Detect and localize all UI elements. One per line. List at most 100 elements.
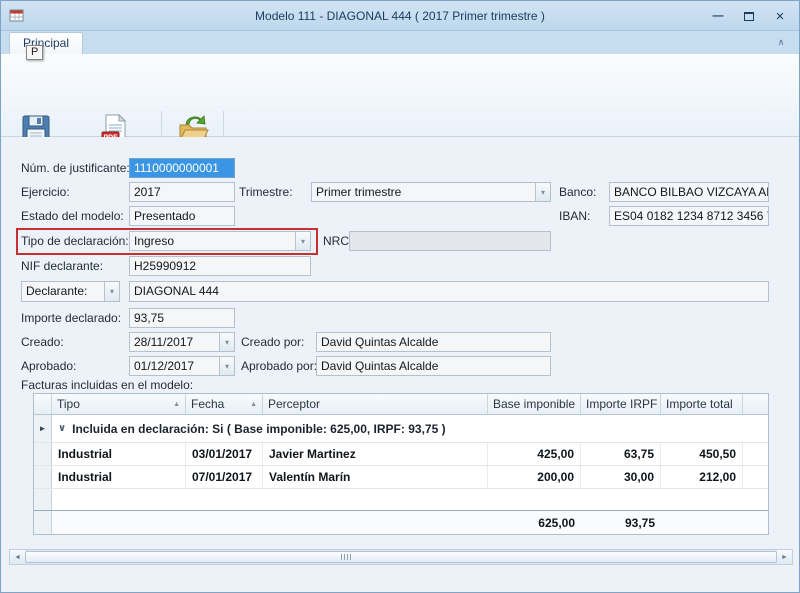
ejercicio-field[interactable]: 2017 (129, 182, 235, 202)
aprobado-date-field[interactable]: 01/12/2017 ▾ (129, 356, 235, 376)
creado-date-field[interactable]: 28/11/2017 ▾ (129, 332, 235, 352)
column-header-total[interactable]: Importe total (661, 394, 743, 414)
ribbon: Guardar como ... PDF Abrir justificante … (1, 54, 799, 137)
cell-tipo: Industrial (52, 443, 186, 465)
group-row[interactable]: ► ∨ Incluida en declaración: Si ( Base i… (34, 415, 768, 443)
table-row[interactable]: Industrial 07/01/2017 Valentín Marín 200… (34, 466, 768, 489)
cell-base: 200,00 (488, 466, 581, 488)
ejercicio-label: Ejercicio: (21, 185, 70, 199)
creado-por-field[interactable]: David Quintas Alcalde (316, 332, 551, 352)
minimize-icon: — (713, 11, 724, 22)
column-header-irpf-label: Importe IRPF (586, 397, 657, 411)
dropdown-arrow-icon[interactable]: ▾ (219, 333, 234, 351)
dropdown-arrow-icon[interactable]: ▾ (535, 183, 550, 201)
creado-por-label: Creado por: (241, 335, 304, 349)
estado-modelo-field[interactable]: Presentado (129, 206, 235, 226)
cell-perceptor: Javier Martinez (263, 443, 488, 465)
scroll-left-button[interactable]: ◄ (10, 550, 25, 564)
grid-header-row: Tipo ▲ Fecha ▲ Perceptor Base imponible … (34, 394, 768, 415)
num-justificante-field[interactable]: 1110000000001 (129, 158, 235, 178)
row-indicator (34, 511, 52, 534)
creado-date-value: 28/11/2017 (130, 333, 219, 351)
cell-base: 425,00 (488, 443, 581, 465)
tipo-declaracion-label: Tipo de declaración: (21, 234, 129, 248)
column-header-total-label: Importe total (666, 397, 733, 411)
summary-base: 625,00 (488, 511, 581, 534)
column-header-perceptor-label: Perceptor (268, 397, 320, 411)
cell-tipo: Industrial (52, 466, 186, 488)
grid-empty-area (34, 489, 768, 510)
column-header-fecha-label: Fecha (191, 397, 224, 411)
row-indicator (34, 489, 52, 510)
estado-modelo-label: Estado del modelo: (21, 209, 124, 223)
aprobado-date-value: 01/12/2017 (130, 357, 219, 375)
window-title: Modelo 111 - DIAGONAL 444 ( 2017 Primer … (1, 1, 799, 31)
dropdown-arrow-icon[interactable]: ▾ (219, 357, 234, 375)
summary-irpf: 93,75 (581, 511, 661, 534)
row-indicator (34, 466, 52, 488)
sort-asc-icon: ▲ (246, 401, 257, 408)
nrc-field[interactable] (349, 231, 551, 251)
dropdown-arrow-icon[interactable]: ▾ (295, 232, 310, 250)
nrc-label: NRC: (323, 234, 352, 248)
row-indicator: ► (34, 415, 52, 442)
scrollbar-grip (341, 554, 351, 560)
grid-caption: Facturas incluidas en el modelo: (21, 378, 193, 392)
scroll-right-icon: ► (781, 554, 788, 561)
creado-label: Creado: (21, 335, 64, 349)
cell-fecha: 07/01/2017 (186, 466, 263, 488)
declarante-field[interactable]: DIAGONAL 444 (129, 281, 769, 302)
modelo-111-window: Modelo 111 - DIAGONAL 444 ( 2017 Primer … (0, 0, 800, 593)
group-expanded-icon[interactable]: ∨ (52, 423, 72, 434)
column-header-base[interactable]: Base imponible (488, 394, 581, 414)
nif-declarante-field[interactable]: H25990912 (129, 256, 311, 276)
close-button[interactable]: × (773, 9, 787, 23)
keytip-badge: P (26, 45, 43, 60)
nif-declarante-label: NIF declarante: (21, 259, 103, 273)
grid-header-filler (743, 394, 768, 414)
declarante-selector-label: Declarante: (22, 282, 104, 301)
window-controls: — × (711, 1, 787, 31)
scroll-left-icon: ◄ (14, 554, 21, 561)
column-header-fecha[interactable]: Fecha ▲ (186, 394, 263, 414)
summary-row: 625,00 93,75 (34, 510, 768, 534)
banco-field[interactable]: BANCO BILBAO VIZCAYA ARGENTARIA (609, 182, 769, 202)
close-icon: × (776, 9, 785, 24)
tipo-declaracion-value: Ingreso (130, 232, 295, 250)
trimestre-label: Trimestre: (239, 185, 293, 199)
column-header-tipo[interactable]: Tipo ▲ (52, 394, 186, 414)
dropdown-arrow-icon[interactable]: ▾ (104, 282, 119, 301)
cell-total: 212,00 (661, 466, 743, 488)
trimestre-select[interactable]: Primer trimestre ▾ (311, 182, 551, 202)
maximize-button[interactable] (742, 9, 756, 23)
facturas-grid: Tipo ▲ Fecha ▲ Perceptor Base imponible … (33, 393, 769, 535)
horizontal-scrollbar[interactable]: ◄ ► (9, 549, 793, 565)
trimestre-value: Primer trimestre (312, 183, 535, 201)
title-bar: Modelo 111 - DIAGONAL 444 ( 2017 Primer … (1, 1, 799, 31)
declarante-selector[interactable]: Declarante: ▾ (21, 281, 120, 302)
cell-fecha: 03/01/2017 (186, 443, 263, 465)
importe-declarado-field[interactable]: 93,75 (129, 308, 235, 328)
tipo-declaracion-select[interactable]: Ingreso ▾ (129, 231, 311, 251)
ribbon-collapse-button[interactable]: ∧ (772, 34, 790, 51)
iban-label: IBAN: (559, 209, 590, 223)
grid-corner-cell (34, 394, 52, 414)
cell-irpf: 30,00 (581, 466, 661, 488)
aprobado-label: Aprobado: (21, 359, 76, 373)
row-indicator (34, 443, 52, 465)
ribbon-tab-row (1, 31, 799, 54)
scroll-right-button[interactable]: ► (777, 550, 792, 564)
importe-declarado-label: Importe declarado: (21, 311, 121, 325)
iban-field[interactable]: ES04 0182 1234 8712 3456 7899 (609, 206, 769, 226)
num-justificante-label: Núm. de justificante: (21, 161, 130, 175)
table-row[interactable]: Industrial 03/01/2017 Javier Martinez 42… (34, 443, 768, 466)
scrollbar-thumb[interactable] (25, 551, 777, 563)
column-header-tipo-label: Tipo (57, 397, 80, 411)
column-header-irpf[interactable]: Importe IRPF (581, 394, 661, 414)
aprobado-por-field[interactable]: David Quintas Alcalde (316, 356, 551, 376)
minimize-button[interactable]: — (711, 9, 725, 23)
cell-perceptor: Valentín Marín (263, 466, 488, 488)
cell-filler (743, 466, 768, 488)
tab-principal[interactable]: Principal (9, 32, 83, 54)
column-header-perceptor[interactable]: Perceptor (263, 394, 488, 414)
